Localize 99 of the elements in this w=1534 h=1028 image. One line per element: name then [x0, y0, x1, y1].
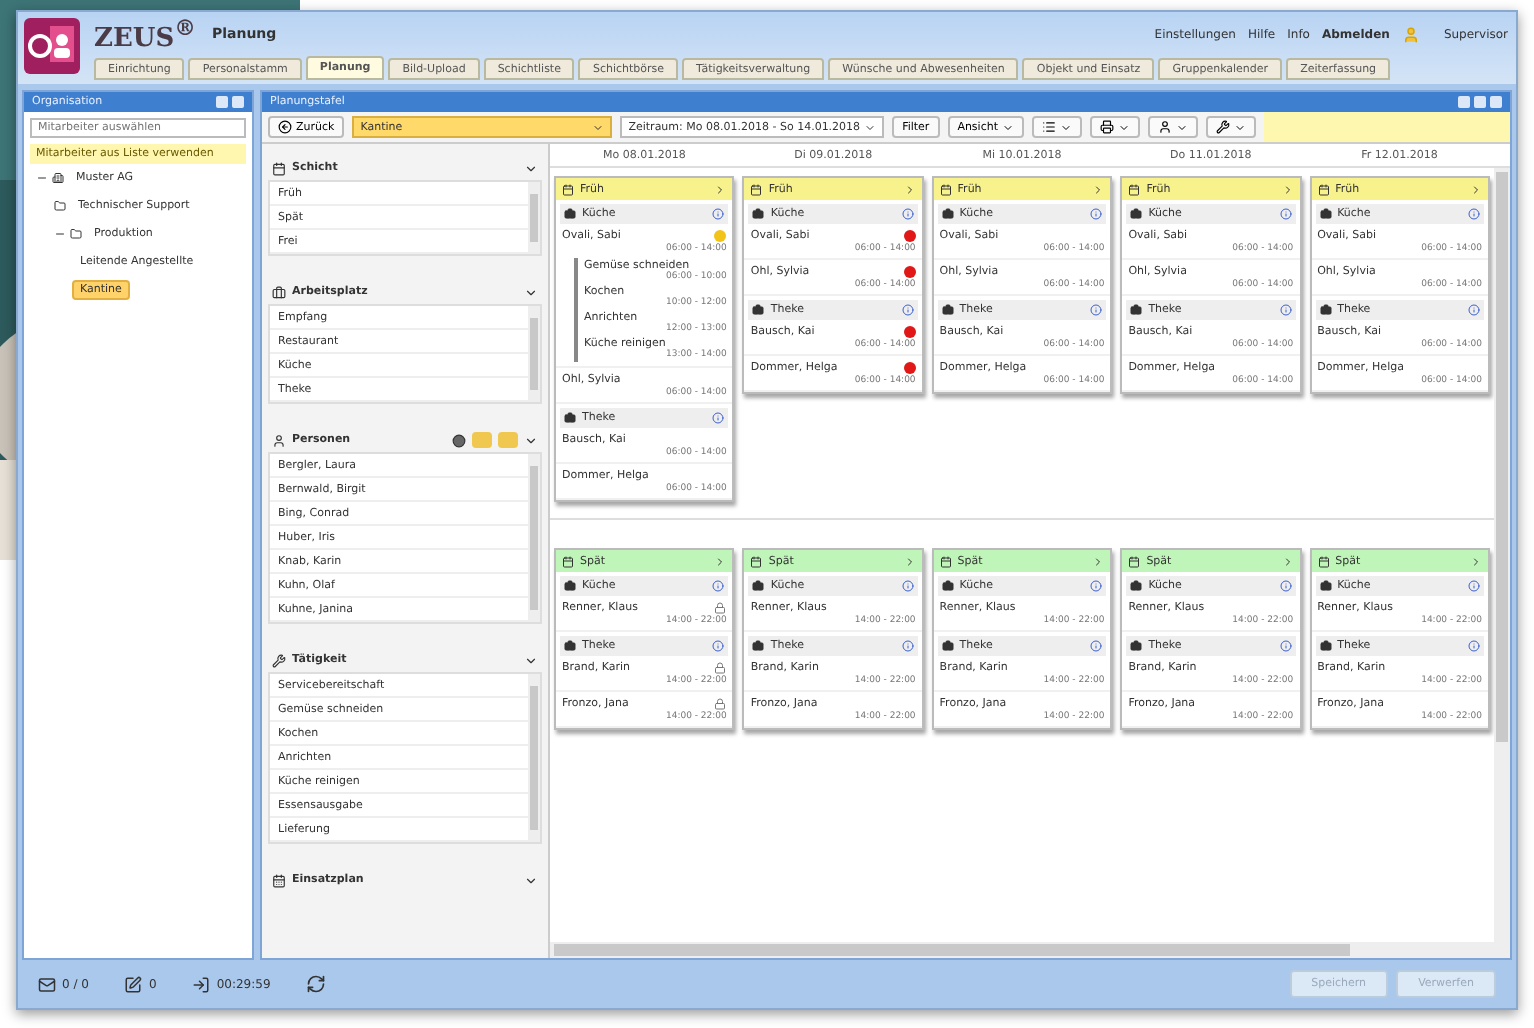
briefcase-icon [564, 208, 576, 220]
briefcase-icon [941, 304, 954, 316]
caret-icon [864, 121, 877, 133]
user-button[interactable] [1148, 116, 1198, 138]
briefcase-icon [752, 580, 765, 592]
chevron-icon[interactable] [1092, 183, 1105, 195]
info-icon[interactable] [1090, 304, 1103, 316]
collapse-icon[interactable] [524, 285, 538, 299]
caret-icon [1118, 121, 1130, 133]
chevron-icon[interactable] [1281, 183, 1294, 195]
chevron-icon[interactable] [714, 183, 727, 195]
info-icon[interactable] [1279, 304, 1292, 316]
info-icon[interactable] [901, 304, 914, 316]
info-icon[interactable] [1090, 640, 1103, 652]
print-button[interactable] [1090, 116, 1140, 138]
briefcase-icon [941, 640, 954, 652]
folder-icon [70, 228, 82, 240]
briefcase-icon [564, 640, 576, 652]
info-icon[interactable] [1279, 640, 1292, 652]
info-icon[interactable] [901, 580, 914, 592]
scrollbar[interactable] [1494, 168, 1510, 942]
collapse-icon[interactable] [524, 433, 538, 447]
section-icon [272, 873, 286, 887]
info-icon[interactable] [1279, 208, 1292, 220]
calendar-icon [939, 183, 952, 195]
list-icon [1042, 120, 1056, 134]
logo-icon [22, 16, 82, 76]
chevron-icon[interactable] [903, 555, 916, 567]
calendar-icon [939, 555, 952, 567]
chevron-icon[interactable] [903, 183, 916, 195]
back-icon [278, 120, 292, 134]
caret-icon [1002, 121, 1014, 133]
section-icon [272, 653, 286, 667]
collapse-icon[interactable] [524, 653, 538, 667]
building-icon [52, 172, 64, 184]
caret-icon [1176, 121, 1188, 133]
circle-icon[interactable] [452, 433, 466, 447]
printer-icon [1100, 120, 1114, 134]
chevron-icon[interactable] [1470, 555, 1482, 567]
tools-button[interactable] [1206, 116, 1256, 138]
refresh-icon[interactable] [306, 974, 327, 994]
info-icon[interactable] [901, 208, 914, 220]
info-icon[interactable] [901, 640, 914, 652]
wrench-icon [1216, 120, 1230, 134]
calendar-icon [562, 183, 574, 195]
info-icon[interactable] [1468, 580, 1480, 592]
caret-icon [592, 121, 605, 133]
info-icon[interactable] [1468, 304, 1480, 316]
info-icon[interactable] [712, 208, 725, 220]
info-icon[interactable] [1468, 208, 1480, 220]
chevron-icon[interactable] [1470, 183, 1482, 195]
caret-icon [1060, 121, 1072, 133]
briefcase-icon [941, 208, 954, 220]
briefcase-icon [1130, 640, 1143, 652]
info-icon[interactable] [712, 412, 725, 424]
login-icon [192, 975, 211, 993]
calendar-icon [1317, 183, 1330, 195]
info-icon[interactable] [1090, 208, 1103, 220]
briefcase-icon [1319, 580, 1332, 592]
briefcase-icon [1130, 580, 1143, 592]
info-icon[interactable] [1468, 640, 1480, 652]
briefcase-icon [752, 304, 765, 316]
briefcase-icon [1130, 304, 1143, 316]
briefcase-icon [752, 208, 765, 220]
scrollbar[interactable] [550, 942, 1510, 958]
list-button[interactable] [1032, 116, 1082, 138]
info-icon[interactable] [712, 640, 725, 652]
briefcase-icon [564, 412, 576, 424]
briefcase-icon [752, 640, 765, 652]
calendar-icon [750, 183, 763, 195]
caret-icon [1234, 121, 1246, 133]
folder-icon [54, 200, 66, 212]
calendar-icon [1128, 183, 1141, 195]
person-icon [1158, 120, 1172, 134]
info-icon[interactable] [1279, 580, 1292, 592]
info-icon[interactable] [1090, 580, 1103, 592]
briefcase-icon [1319, 208, 1332, 220]
briefcase-icon [564, 580, 576, 592]
section-icon [272, 433, 286, 447]
briefcase-icon [1319, 304, 1332, 316]
app-title: ZEUS$^{®}$ [94, 14, 196, 54]
calendar-icon [1317, 555, 1330, 567]
briefcase-icon [1130, 208, 1143, 220]
edit-icon[interactable] [124, 975, 143, 993]
section-icon [272, 161, 286, 175]
chevron-icon[interactable] [1281, 555, 1294, 567]
calendar-icon [750, 555, 763, 567]
calendar-icon [1128, 555, 1141, 567]
calendar-icon [562, 555, 574, 567]
user-icon [1401, 25, 1420, 43]
chevron-icon[interactable] [1092, 555, 1105, 567]
mail-icon[interactable] [38, 975, 56, 993]
briefcase-icon [1319, 640, 1332, 652]
section-icon [272, 285, 286, 299]
chevron-icon[interactable] [714, 555, 727, 567]
info-icon[interactable] [712, 580, 725, 592]
collapse-icon[interactable] [524, 873, 538, 887]
briefcase-icon [941, 580, 954, 592]
collapse-icon[interactable] [524, 161, 538, 175]
